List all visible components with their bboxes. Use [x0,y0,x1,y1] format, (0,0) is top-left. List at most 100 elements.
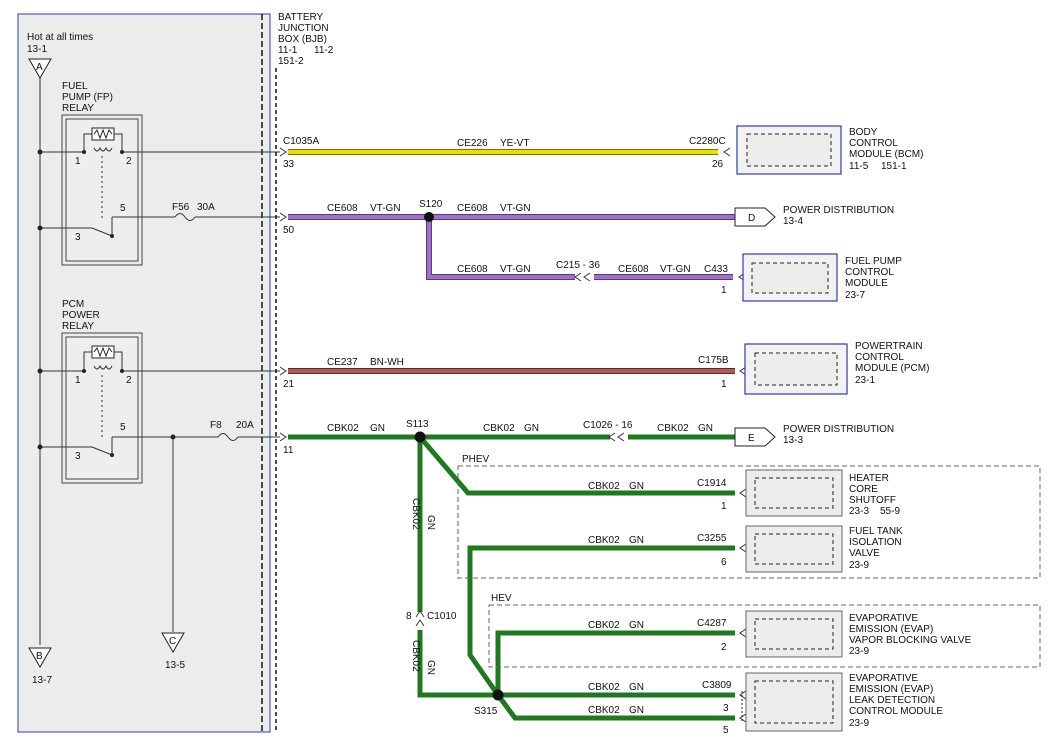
bcm-name-3: MODULE (BCM) [849,149,923,160]
connector-b-letter: B [36,651,43,662]
pcm-relay-name-2: POWER [62,310,100,321]
bjb-ref-2: 151-2 [278,56,304,67]
power-e-letter: E [748,433,755,444]
c1026-connector-icon-2 [617,432,625,442]
c1035a-label: C1035A [283,136,319,147]
c175b-pin: 1 [721,379,727,390]
cbk02-color-3: GN [698,423,713,434]
heater-connector-icon [739,488,747,498]
c215-connector-icon-2 [583,272,591,282]
evap-ldcm-name-2: EMISSION (EVAP) [849,684,933,695]
evap-ldcm2-circuit: CBK02 [588,705,620,716]
heater-name-3: SHUTOFF [849,495,896,506]
splice-s315-dot [492,689,504,701]
pcm-name-3: MODULE (PCM) [855,363,929,374]
fp-relay-pin1-dot [82,150,86,154]
splice-s120-dot [424,212,434,222]
pcm-relay-name-1: PCM [62,299,84,310]
tank-ref: 23-9 [849,560,869,571]
evap-vbv-circuit: CBK02 [588,620,620,631]
fp-relay-pin3-label: 3 [75,232,81,243]
evap-vbv-ref: 23-9 [849,646,869,657]
bcm-module-inner [746,133,832,167]
tank-module-inner [754,533,834,565]
ce608-branch-circuit-b: CE608 [618,264,649,275]
c3809-pin-5: 5 [723,725,729,736]
wire-heater-branch [418,435,735,496]
bcm-connector-icon [723,147,731,157]
splice-s120-label: S120 [419,199,443,210]
tank-connector-icon [739,543,747,553]
evap-vbv-name-2: EMISSION (EVAP) [849,624,933,635]
ce237-circuit: CE237 [327,357,358,368]
heater-ref-b: 55-9 [880,506,900,517]
c1026-connector-text: C1026 [583,420,613,431]
pcm-relay-pin2-dot [120,369,124,373]
bjb-connector-11-icon [279,432,287,442]
ce608-branch-color-a: VT-GN [500,264,531,275]
phev-region-label: PHEV [462,454,490,465]
c1914-pin: 1 [721,501,727,512]
vertical-upper-color: GN [425,515,436,530]
pcm-relay-pin1-dot [82,369,86,373]
c215-connector-icon [574,272,582,282]
heater-color: GN [629,481,644,492]
ce237-color: BN-WH [370,357,404,368]
fp-relay-pin2-label: 2 [126,156,132,167]
fp-relay-name-2: PUMP (FP) [62,92,113,103]
bcm-name-2: CONTROL [849,138,898,149]
power-d-label: POWER DISTRIBUTION [783,205,894,216]
bjb-connector-21-icon [279,366,287,376]
pcm-relay-pin3-junction [37,444,43,450]
pcm-relay-pin2-label: 2 [126,375,132,386]
ce608-circuit-2: CE608 [457,203,488,214]
fuse-f56-rating: 30A [197,202,215,213]
bcm-ref-b: 151-1 [881,161,907,172]
heater-name-2: CORE [849,484,878,495]
fpcm-ref: 23-7 [845,290,865,301]
ce608-color-1: VT-GN [370,203,401,214]
pcm-relay-pin1-junction [37,368,43,374]
pcm-name-2: CONTROL [855,352,904,363]
pcm-relay-pin3-label: 3 [75,451,81,462]
ce226-circuit: CE226 [457,138,488,149]
bcm-name-1: BODY [849,127,878,138]
cbk02-circuit-1: CBK02 [327,423,359,434]
fp-relay-name-3: RELAY [62,103,94,114]
connector-c-letter: C [169,636,176,647]
c175b-label: C175B [698,355,729,366]
evap-ldcm1-circuit: CBK02 [588,682,620,693]
tank-name-3: VALVE [849,548,880,559]
cbk02-color-2: GN [524,423,539,434]
power-d-ref: 13-4 [783,216,803,227]
fp-relay-name-1: FUEL [62,81,88,92]
evap-ldcm2-color: GN [629,705,644,716]
fp-relay-pin3-junction [37,225,43,231]
bcm-ref-a: 11-5 [849,161,869,172]
c433-pin: 1 [721,285,727,296]
c1010-connector-icon-2 [415,619,425,627]
connector-b-ref: 13-7 [32,675,52,686]
c215-connector-text: C215 [556,260,580,271]
cbk02-bjb-pin: 11 [283,445,294,456]
power-distribution-panel [17,13,271,733]
evap-ldcm-module-inner [754,680,834,724]
c3255-label: C3255 [697,533,727,544]
fp-relay-pin1-junction [37,149,43,155]
vertical-lower-color: GN [425,660,436,675]
cbk02-circuit-2: CBK02 [483,423,515,434]
fpcm-name-2: CONTROL [845,267,894,278]
hev-region-label: HEV [491,593,512,604]
heater-name-1: HEATER [849,473,889,484]
c3809-label: C3809 [702,680,732,691]
c1010-connector-icon [415,610,425,618]
c215-label: C215 - 36 [556,260,600,271]
c1035a-pin: 33 [283,159,295,170]
c4287-label: C4287 [697,618,727,629]
c1026-connector-icon [608,432,616,442]
connector-a-letter: A [36,62,43,73]
bjb-title-2: JUNCTION [278,23,329,34]
c3255-pin: 6 [721,557,727,568]
bjb-ref-1a: 11-1 [278,45,298,56]
cbk02-circuit-3: CBK02 [657,423,689,434]
